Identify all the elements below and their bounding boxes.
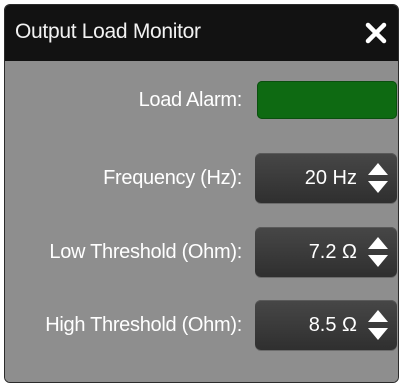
close-button[interactable] [362,19,390,47]
high-threshold-label: High Threshold (Ohm): [45,314,242,336]
frequency-increment-button[interactable] [367,162,389,176]
low-threshold-spinner[interactable]: 7.2 Ω [255,227,397,277]
frequency-spinner[interactable]: 20 Hz [255,153,397,203]
triangle-up-icon [368,310,388,322]
load-alarm-label: Load Alarm: [138,89,243,111]
triangle-up-icon [368,237,388,249]
low-threshold-increment-button[interactable] [367,236,389,250]
frequency-decrement-button[interactable] [367,180,389,194]
window-title: Output Load Monitor [15,20,201,43]
high-threshold-decrement-button[interactable] [367,327,389,341]
low-threshold-arrows [367,236,389,268]
close-icon [365,22,387,44]
triangle-down-icon [368,181,388,193]
load-alarm-indicator [257,81,397,119]
high-threshold-spinner[interactable]: 8.5 Ω [255,300,397,350]
frequency-arrows [367,162,389,194]
triangle-down-icon [368,328,388,340]
monitor-panel: Load Alarm: Frequency (Hz): 20 Hz Low Th… [5,61,398,382]
low-threshold-decrement-button[interactable] [367,254,389,268]
frequency-label: Frequency (Hz): [103,167,242,189]
triangle-down-icon [368,255,388,267]
low-threshold-label: Low Threshold (Ohm): [49,241,242,263]
high-threshold-increment-button[interactable] [367,309,389,323]
triangle-up-icon [368,163,388,175]
high-threshold-value[interactable]: 8.5 Ω [309,300,357,350]
frequency-value[interactable]: 20 Hz [305,153,357,203]
high-threshold-arrows [367,309,389,341]
low-threshold-value[interactable]: 7.2 Ω [309,227,357,277]
output-load-monitor-window: Output Load Monitor Load Alarm: Frequenc… [4,4,399,383]
title-bar: Output Load Monitor [5,5,398,61]
